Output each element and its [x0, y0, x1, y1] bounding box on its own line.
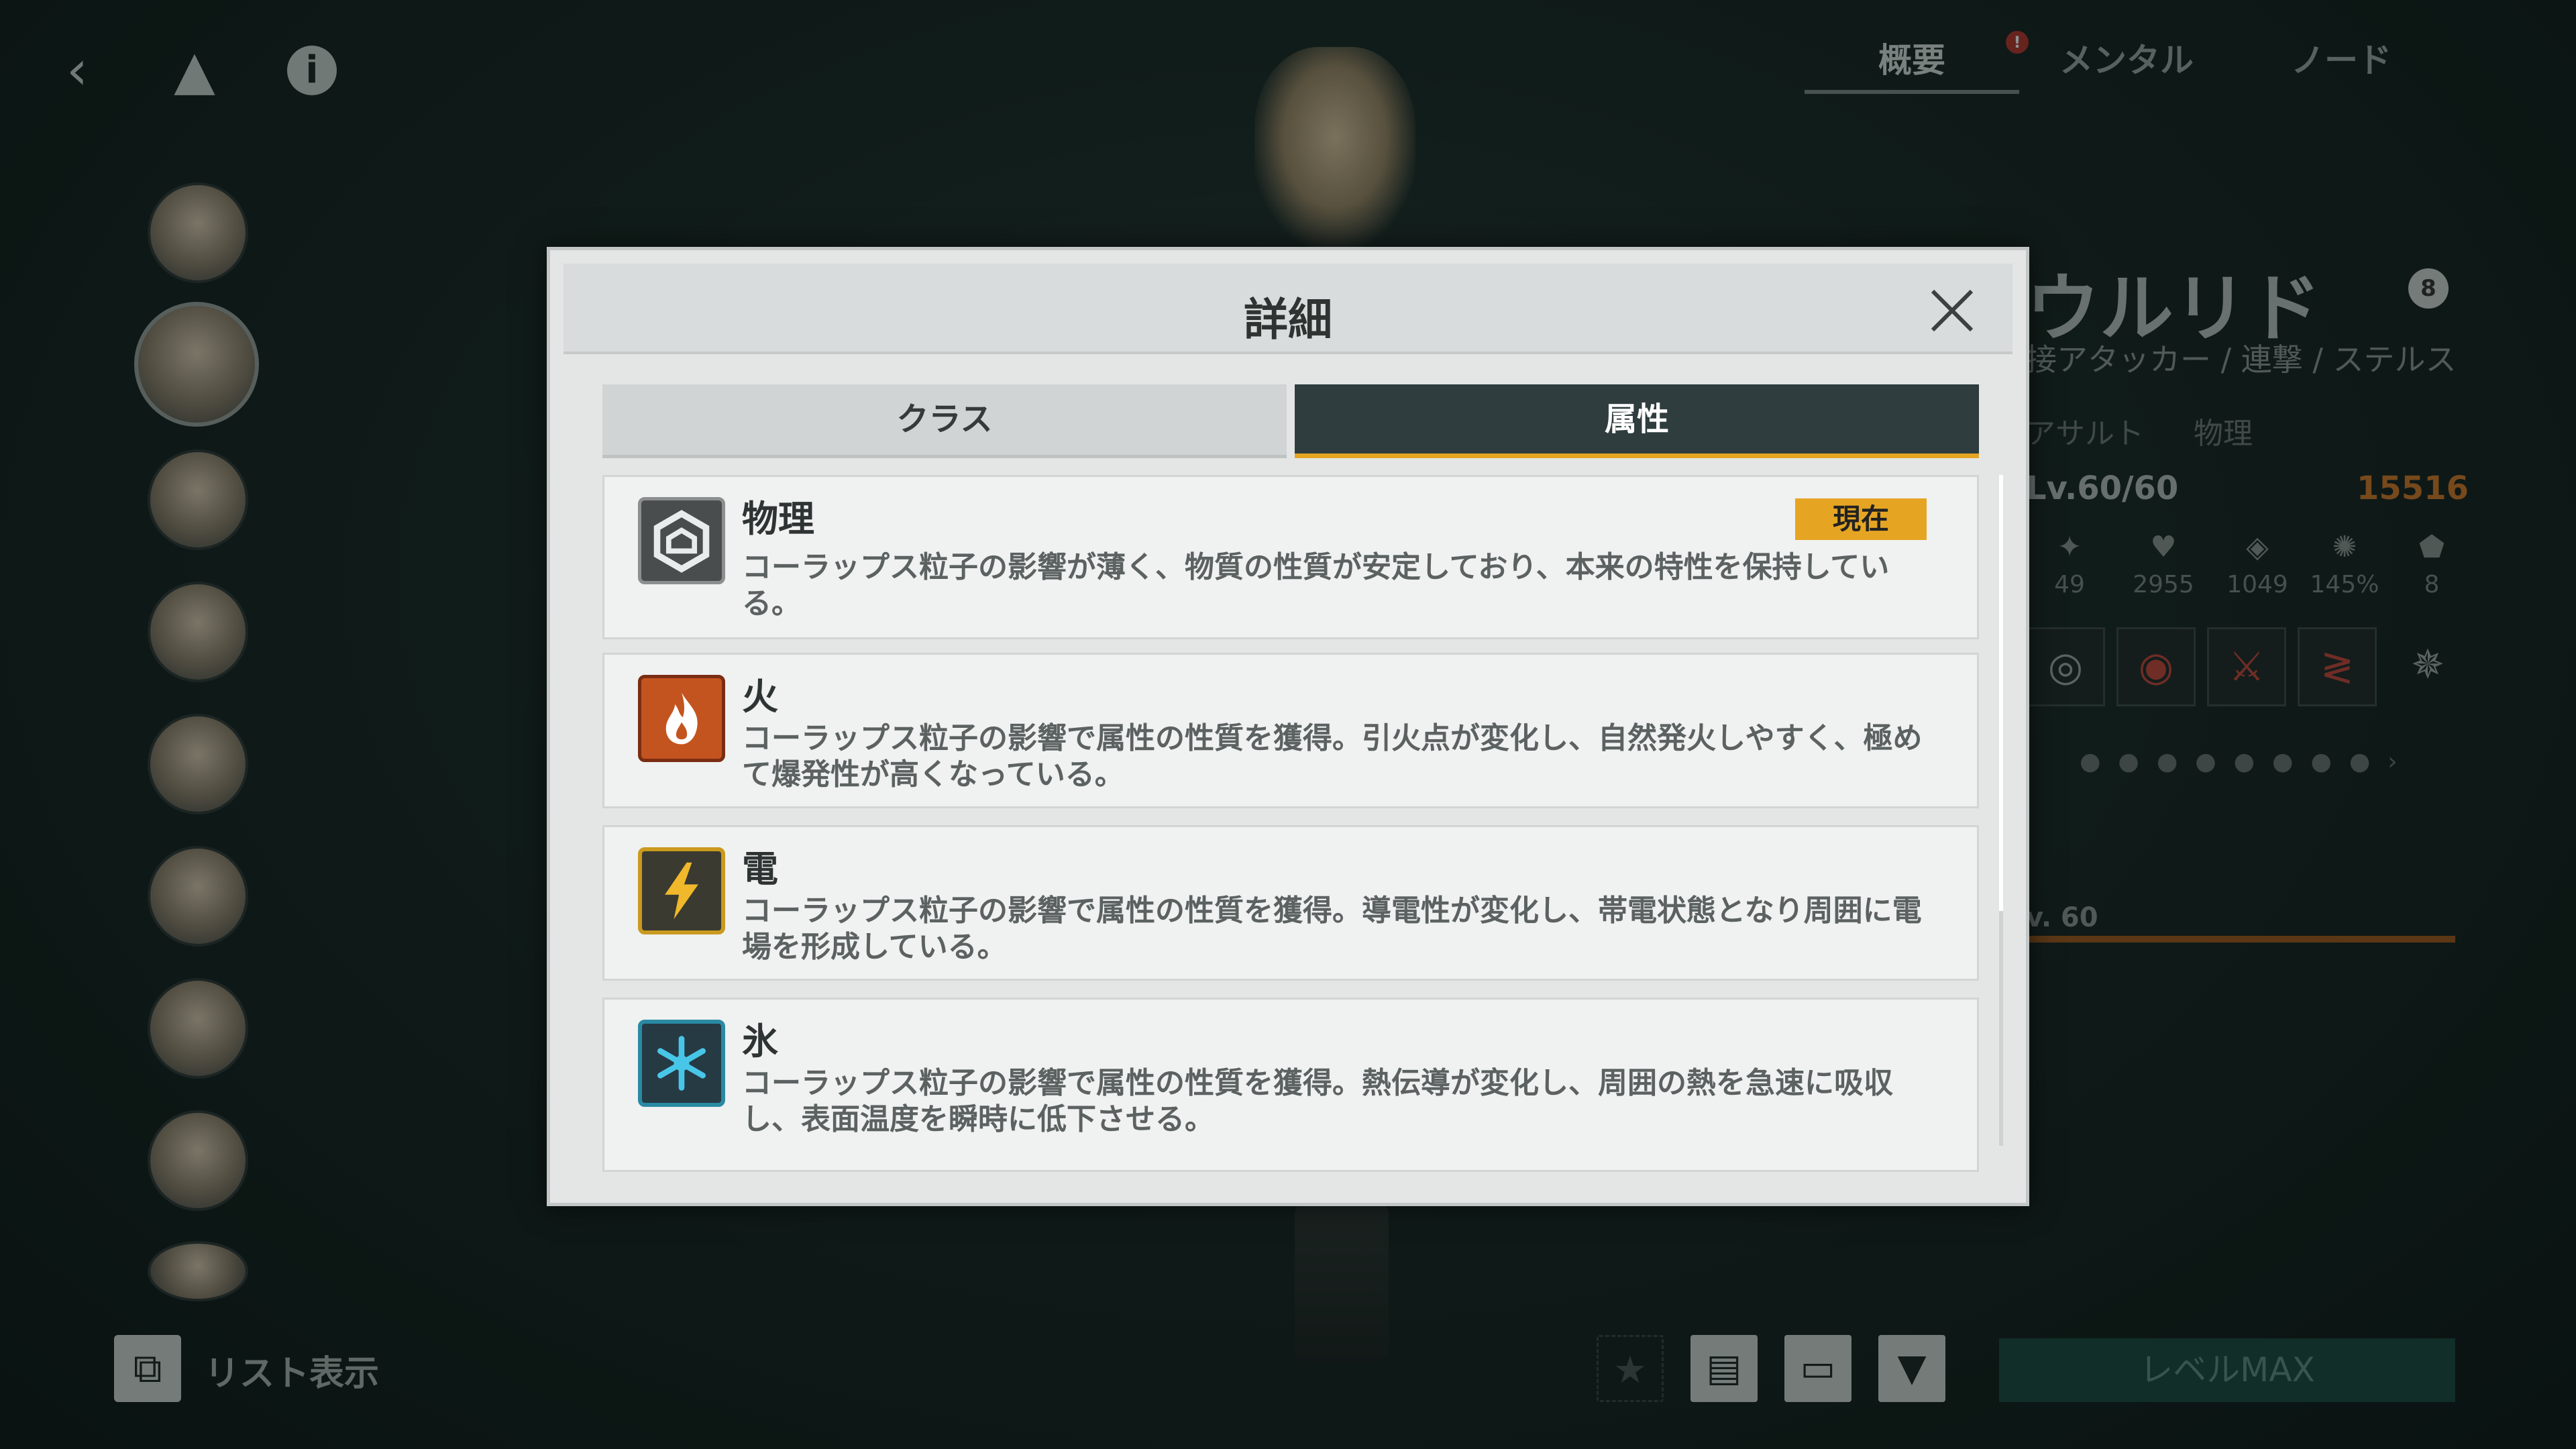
current-badge: 現在	[1795, 498, 1927, 540]
list-scrollbar[interactable]	[1999, 475, 2003, 1146]
attribute-card-electric: 電 コーラップス粒子の影響で属性の性質を獲得。導電性が変化し、帯電状態となり周囲…	[602, 825, 1979, 981]
modal-title: 詳細	[1244, 294, 1332, 345]
attribute-list: 物理 現在 コーラップス粒子の影響が薄く、物質の性質が安定しており、本来の特性を…	[602, 475, 1979, 1186]
attribute-name: 電	[742, 848, 778, 890]
attribute-card-fire: 火 コーラップス粒子の影響で属性の性質を獲得。引火点が変化し、自然発火しやすく、…	[602, 653, 1979, 808]
tab-class[interactable]: クラス	[602, 384, 1287, 458]
close-icon[interactable]	[1922, 280, 1982, 341]
lightning-icon	[638, 847, 725, 934]
tab-attribute[interactable]: 属性	[1295, 384, 1979, 458]
detail-modal: 詳細 クラス 属性 物理 現在 コーラップス粒子の影響が薄く、物質の性質が安定し…	[547, 247, 2029, 1206]
attribute-name: 氷	[742, 1020, 778, 1063]
modal-header: 詳細	[564, 264, 2012, 354]
attribute-card-physical: 物理 現在 コーラップス粒子の影響が薄く、物質の性質が安定しており、本来の特性を…	[602, 475, 1979, 639]
attribute-description: コーラップス粒子の影響で属性の性質を獲得。導電性が変化し、帯電状態となり周囲に電…	[742, 894, 1922, 964]
snowflake-icon	[638, 1020, 725, 1107]
game-screen: ‹ ▲ i 概要 ! メンタル ノード ⧉ リスト表示 ウルリド 8 接アタッカ…	[0, 0, 2576, 1449]
fire-icon	[638, 675, 725, 762]
attribute-description: コーラップス粒子の影響で属性の性質を獲得。熱伝導が変化し、周囲の熱を急速に吸収し…	[742, 1066, 1893, 1136]
physical-hexagon-icon	[638, 497, 725, 584]
attribute-description: コーラップス粒子の影響で属性の性質を獲得。引火点が変化し、自然発火しやすく、極め…	[742, 721, 1923, 792]
attribute-card-ice: 氷 コーラップス粒子の影響で属性の性質を獲得。熱伝導が変化し、周囲の熱を急速に吸…	[602, 998, 1979, 1172]
scrollbar-thumb[interactable]	[1999, 475, 2003, 911]
attribute-name: 物理	[742, 498, 814, 540]
attribute-name: 火	[742, 676, 778, 718]
attribute-description: コーラップス粒子の影響が薄く、物質の性質が安定しており、本来の特性を保持している…	[742, 550, 1890, 621]
